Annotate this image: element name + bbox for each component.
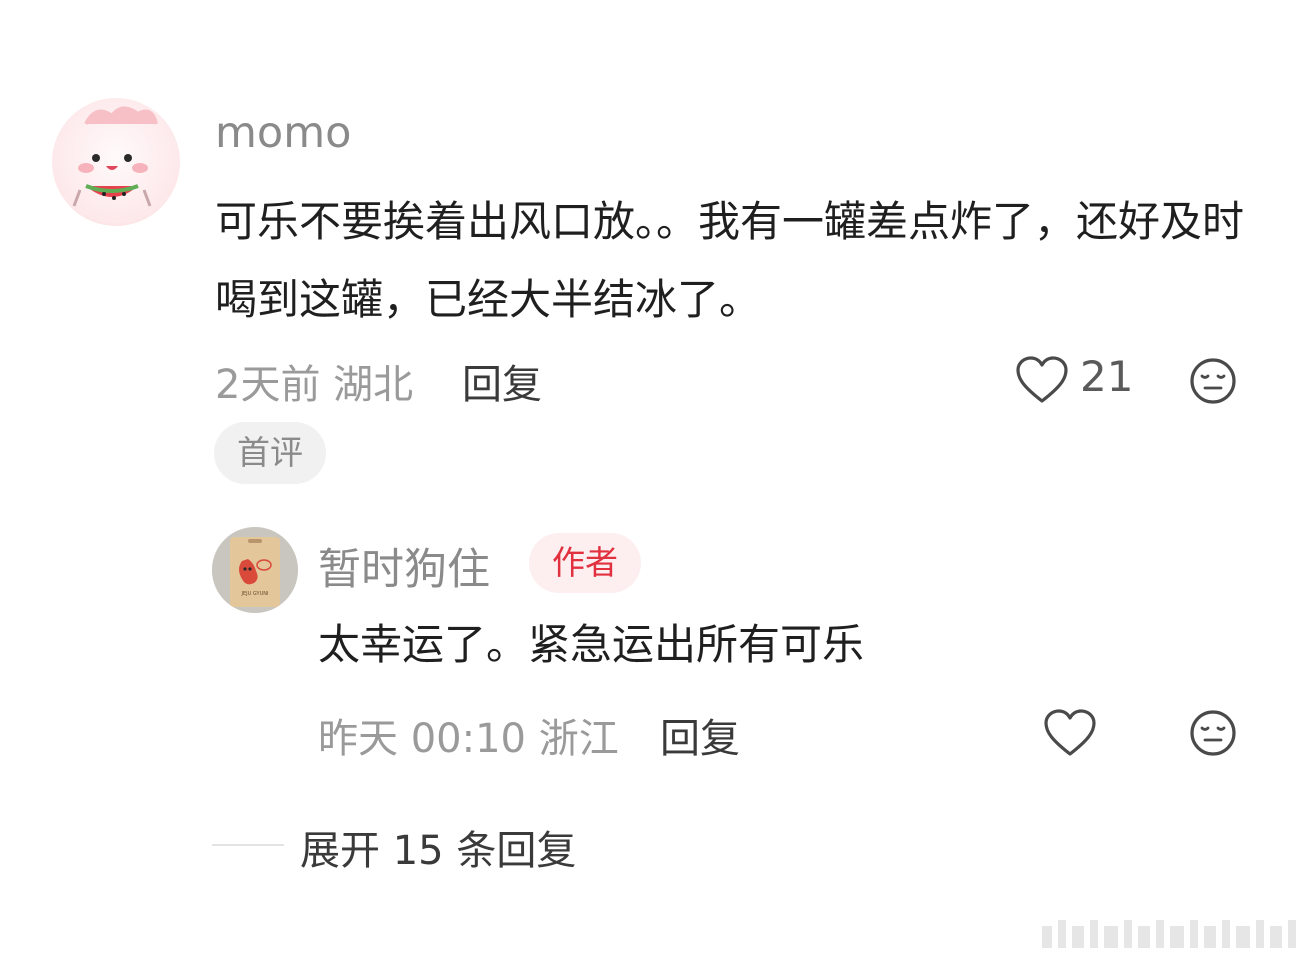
first-comment-badge: 首评 — [214, 422, 326, 484]
meh-face-icon[interactable] — [1188, 708, 1238, 758]
reply-meta: 昨天 00:10 浙江 — [318, 716, 619, 762]
meh-face-icon[interactable] — [1188, 356, 1238, 406]
avatar[interactable] — [52, 98, 180, 226]
avatar-illustration — [72, 106, 158, 207]
reply-button[interactable]: 回复 — [660, 706, 740, 764]
avatar-illustration: JEJU GYUNI — [212, 527, 298, 613]
like-count: 21 — [1080, 352, 1134, 401]
reply-username[interactable]: 暂时狗住 — [318, 535, 490, 597]
heart-outline-icon[interactable] — [1042, 708, 1098, 758]
comment-text: 可乐不要挨着出风口放。。我有一罐差点炸了，还好及时喝到这罐，已经大半结冰了。 — [215, 197, 1245, 324]
reply-text: 太幸运了。紧急运出所有可乐 — [318, 620, 865, 669]
comment-username[interactable]: momo — [215, 108, 351, 158]
expand-replies-button[interactable]: 展开 15 条回复 — [300, 818, 576, 876]
watermark — [1042, 920, 1296, 948]
avatar-caption: JEJU GYUNI — [241, 591, 269, 597]
reply-button[interactable]: 回复 — [462, 352, 542, 410]
divider — [212, 844, 284, 846]
comment-meta: 2天前 湖北 — [215, 362, 414, 408]
reply-avatar[interactable]: JEJU GYUNI — [212, 527, 298, 613]
heart-outline-icon[interactable] — [1014, 355, 1070, 405]
author-badge: 作者 — [529, 533, 641, 593]
